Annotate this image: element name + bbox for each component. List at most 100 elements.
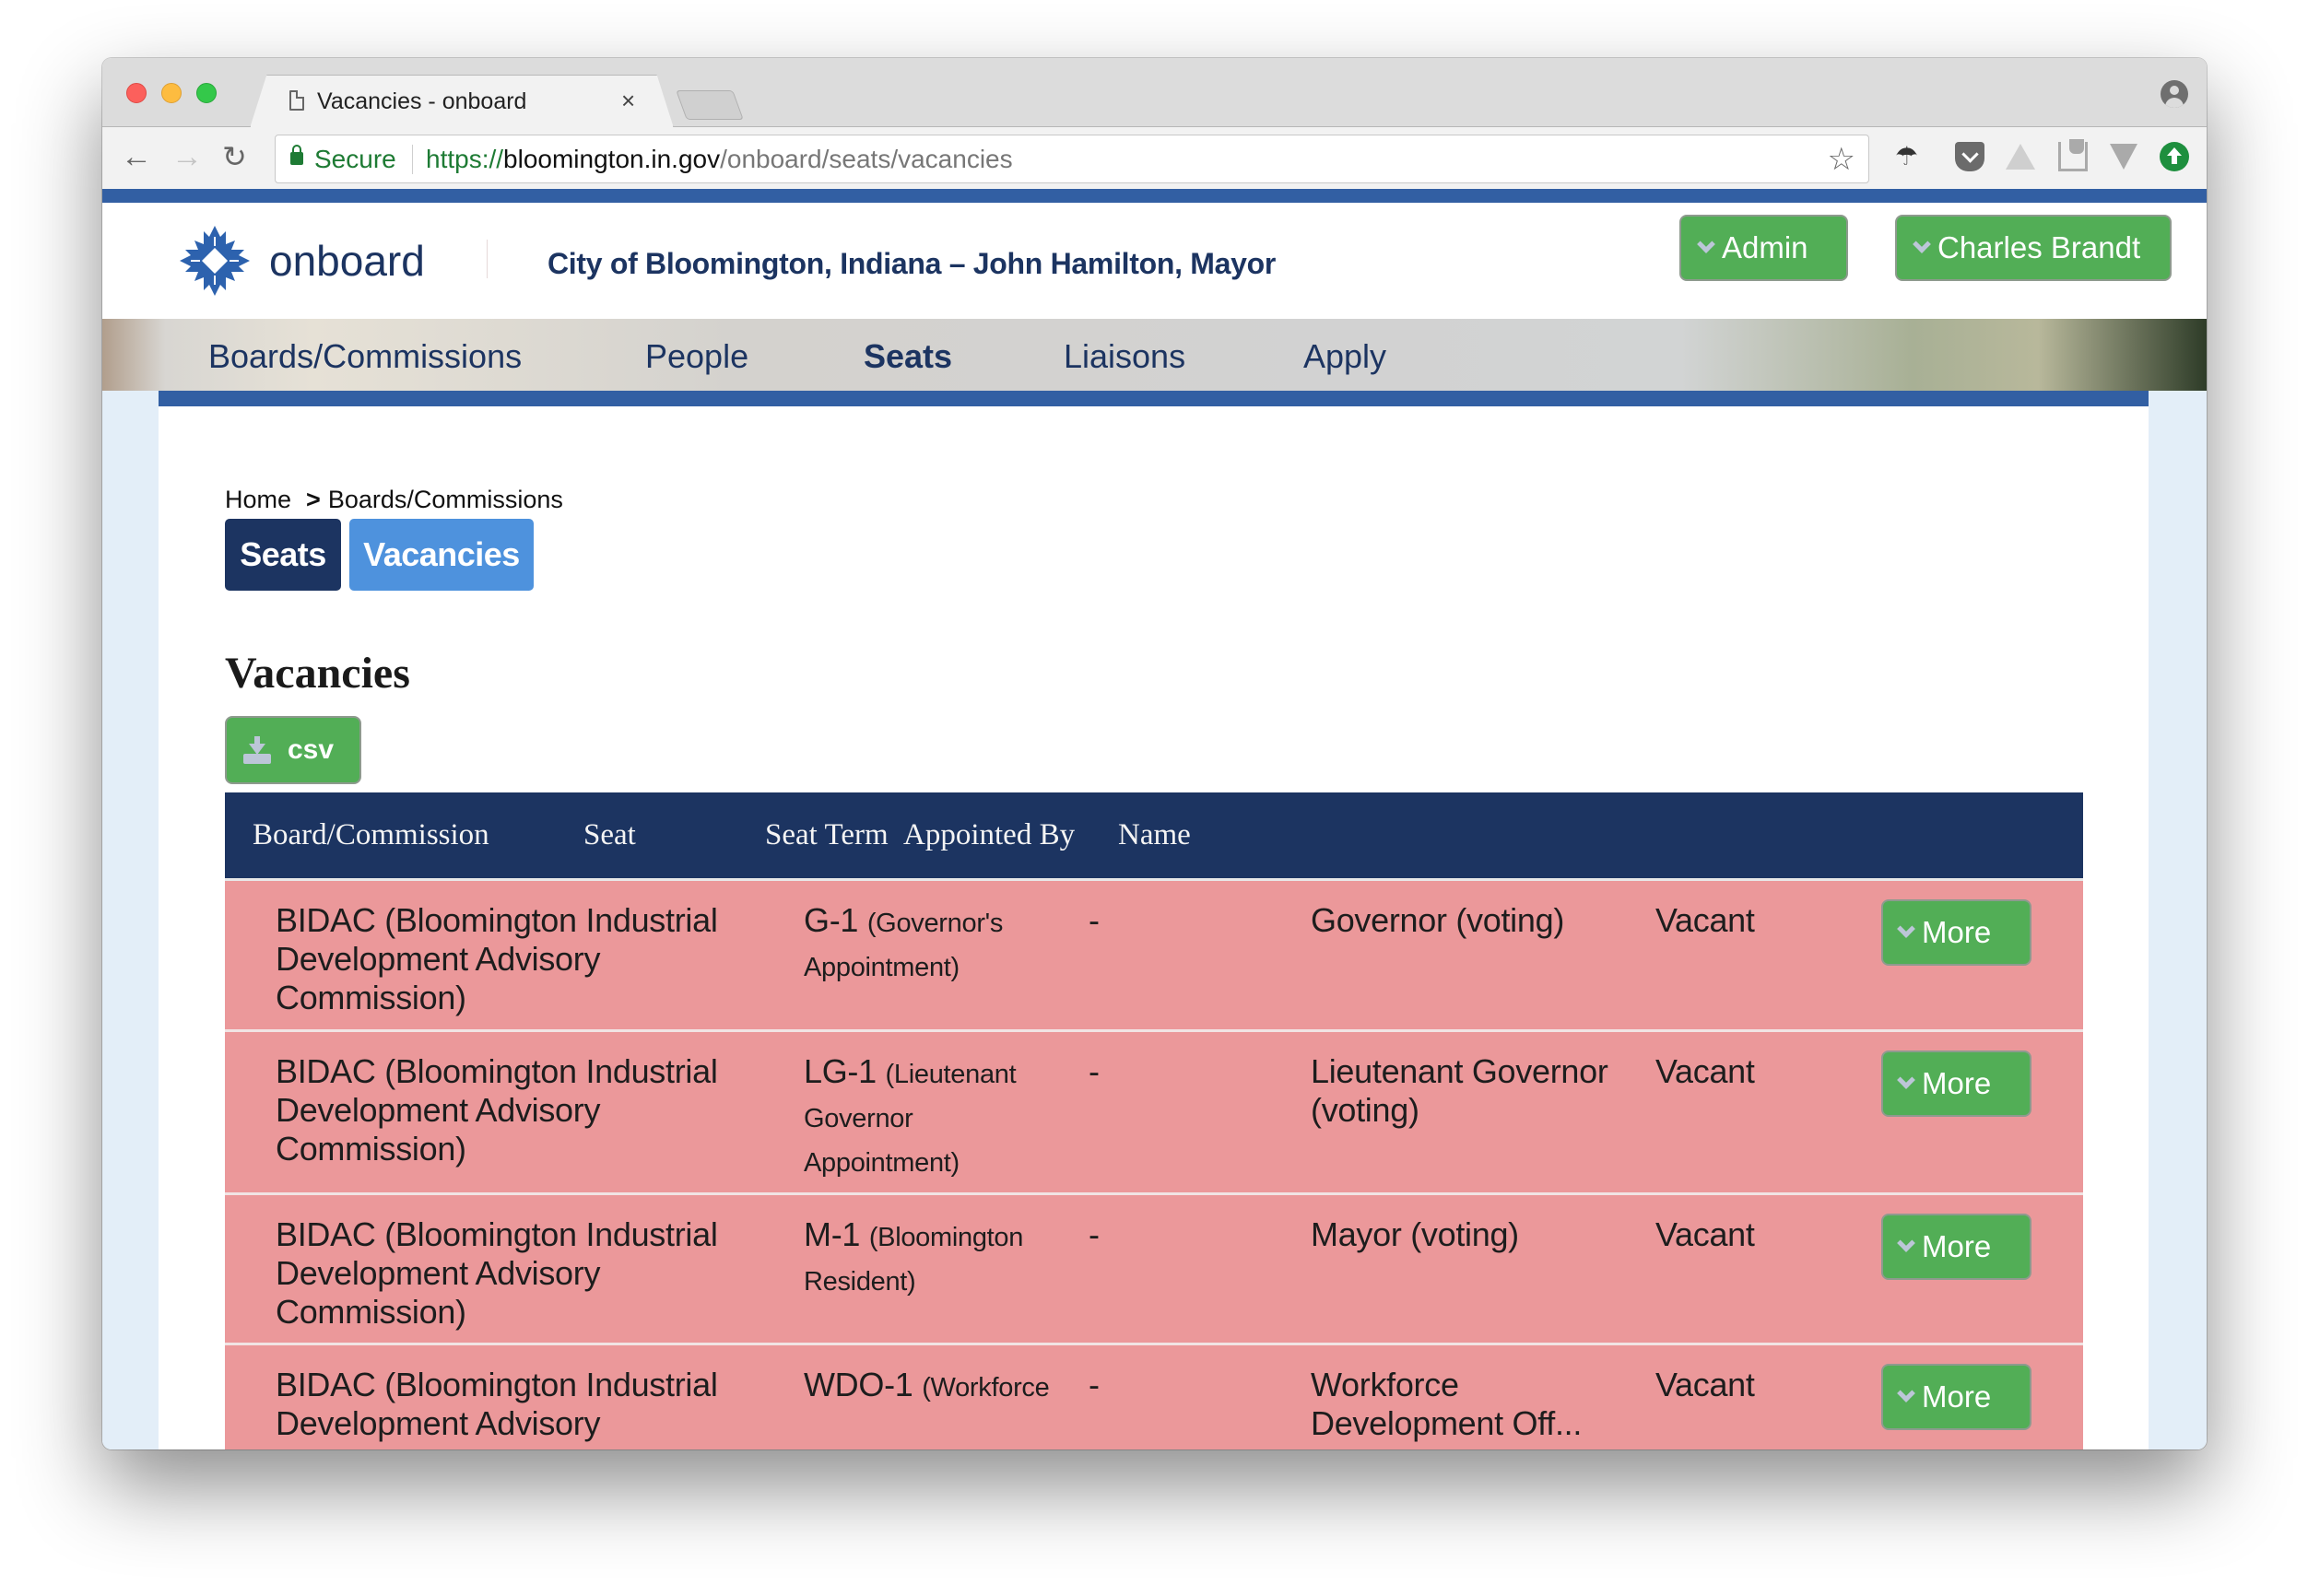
site-header: onboard City of Bloomington, Indiana – J… bbox=[102, 203, 2207, 319]
seat-code: M-1 bbox=[804, 1215, 861, 1253]
more-label: More bbox=[1922, 1229, 1992, 1263]
vacancies-table: Board/Commission Seat Seat Term Appointe… bbox=[225, 792, 2083, 1449]
url-host: bloomington.in.gov bbox=[503, 145, 721, 173]
minimize-window-button[interactable] bbox=[161, 83, 182, 103]
nav-item-liaisons[interactable]: Liaisons bbox=[1064, 337, 1185, 376]
lock-icon bbox=[290, 145, 303, 165]
column-header-seat: Seat bbox=[583, 818, 636, 851]
close-window-button[interactable] bbox=[126, 83, 147, 103]
url-scheme: https:// bbox=[426, 145, 504, 173]
seat-code: G-1 bbox=[804, 901, 859, 939]
nav-item-people[interactable]: People bbox=[645, 337, 748, 376]
header-divider bbox=[487, 240, 488, 278]
appointed-by-cell: Mayor (voting) bbox=[1311, 1215, 1519, 1253]
table-row: BIDAC (Bloomington Industrial Developmen… bbox=[225, 1345, 2083, 1449]
tab-vacancies[interactable]: Vacancies bbox=[349, 519, 534, 591]
nav-underline-bar bbox=[159, 391, 2149, 406]
browser-toolbar: ← → ↻ Secure https://bloomington.in.gov/… bbox=[102, 127, 2207, 189]
appointed-by-cell: Lieutenant Governor (voting) bbox=[1311, 1052, 1608, 1129]
csv-label: csv bbox=[288, 734, 335, 765]
column-header-seat-term: Seat Term bbox=[765, 818, 889, 851]
seat-cell: G-1 (Governor's Appointment) bbox=[804, 901, 1071, 990]
logo-text[interactable]: onboard bbox=[269, 236, 425, 286]
seat-cell: LG-1 (Lieutenant Governor Appointment) bbox=[804, 1052, 1071, 1185]
admin-label: Admin bbox=[1722, 230, 1808, 264]
forward-arrow-icon[interactable]: → bbox=[171, 138, 203, 175]
more-label: More bbox=[1922, 1066, 1992, 1100]
back-arrow-icon[interactable]: ← bbox=[121, 138, 152, 175]
umbrella-extension-icon[interactable]: ☂ bbox=[1895, 142, 1925, 171]
onboard-logo-icon[interactable] bbox=[178, 224, 252, 298]
nav-item-seats[interactable]: Seats bbox=[864, 337, 952, 376]
user-name-label: Charles Brandt bbox=[1937, 230, 2141, 264]
appointed-by-cell: Workforce Development Off... bbox=[1311, 1366, 1583, 1442]
column-header-board: Board/Commission bbox=[253, 818, 489, 851]
more-label: More bbox=[1922, 915, 1992, 949]
more-button[interactable]: More bbox=[1881, 1050, 2031, 1117]
secure-label: Secure bbox=[314, 145, 396, 173]
table-row: BIDAC (Bloomington Industrial Developmen… bbox=[225, 1032, 2083, 1195]
seat-cell: WDO-1 (Workforce bbox=[804, 1366, 1071, 1410]
more-button[interactable]: More bbox=[1881, 899, 2031, 966]
url-text[interactable]: https://bloomington.in.gov/onboard/seats… bbox=[426, 145, 1013, 174]
tab-strip: Vacancies - onboard × bbox=[102, 58, 2207, 128]
breadcrumb-boards-commissions[interactable]: Boards/Commissions bbox=[328, 486, 563, 513]
column-header-name: Name bbox=[1118, 818, 1191, 851]
csv-download-button[interactable]: csv bbox=[225, 716, 361, 784]
nav-item-apply[interactable]: Apply bbox=[1303, 337, 1386, 376]
drive-extension-icon[interactable] bbox=[2006, 144, 2035, 170]
chevron-down-icon bbox=[1897, 920, 1915, 938]
appointed-by-cell: Governor (voting) bbox=[1311, 901, 1565, 939]
tab-seats[interactable]: Seats bbox=[225, 519, 341, 591]
new-tab-button[interactable] bbox=[676, 90, 744, 120]
seat-code: LG-1 bbox=[804, 1052, 877, 1090]
nav-item-boards-commissions[interactable]: Boards/Commissions bbox=[208, 337, 522, 376]
profile-icon[interactable] bbox=[2161, 80, 2188, 108]
admin-menu-button[interactable]: Admin bbox=[1679, 215, 1848, 281]
tab-close-icon[interactable]: × bbox=[621, 87, 635, 115]
upload-extension-icon[interactable] bbox=[2160, 142, 2189, 171]
column-header-appointed-by: Appointed By bbox=[903, 818, 1076, 851]
top-accent-strip bbox=[102, 189, 2207, 203]
board-cell: BIDAC (Bloomington Industrial Developmen… bbox=[276, 1052, 718, 1168]
address-divider bbox=[412, 145, 413, 174]
more-label: More bbox=[1922, 1379, 1992, 1414]
document-icon bbox=[289, 90, 304, 111]
seat-code: WDO-1 bbox=[804, 1366, 913, 1403]
chevron-down-icon bbox=[1913, 235, 1931, 253]
reload-icon[interactable]: ↻ bbox=[222, 138, 247, 175]
save-extension-icon[interactable] bbox=[2058, 139, 2088, 171]
chevron-down-icon bbox=[1897, 1384, 1915, 1402]
url-path: /onboard/seats/vacancies bbox=[720, 145, 1013, 173]
name-cell: Vacant bbox=[1655, 1052, 1755, 1090]
user-menu-button[interactable]: Charles Brandt bbox=[1895, 215, 2172, 281]
browser-window: Vacancies - onboard × ← → ↻ Secure https… bbox=[102, 58, 2207, 1449]
term-cell: - bbox=[1089, 901, 1100, 939]
seat-cell: M-1 (Bloomington Resident) bbox=[804, 1215, 1071, 1304]
pocket-extension-icon[interactable] bbox=[1955, 142, 1984, 171]
city-title: City of Bloomington, Indiana – John Hami… bbox=[548, 247, 1277, 280]
chevron-down-icon bbox=[1897, 1234, 1915, 1252]
name-cell: Vacant bbox=[1655, 901, 1755, 939]
name-cell: Vacant bbox=[1655, 1215, 1755, 1253]
breadcrumb: Home > Boards/Commissions bbox=[225, 486, 563, 514]
table-row: BIDAC (Bloomington Industrial Developmen… bbox=[225, 1195, 2083, 1345]
term-cell: - bbox=[1089, 1052, 1100, 1090]
table-header: Board/Commission Seat Seat Term Appointe… bbox=[225, 792, 2083, 881]
browser-tab-active[interactable]: Vacancies - onboard × bbox=[250, 75, 674, 128]
download-icon bbox=[243, 736, 271, 764]
v-extension-icon[interactable] bbox=[2110, 144, 2137, 170]
main-nav: Boards/Commissions People Seats Liaisons… bbox=[102, 319, 2207, 391]
more-button[interactable]: More bbox=[1881, 1214, 2031, 1280]
page-title: Vacancies bbox=[225, 649, 410, 698]
bookmark-star-icon[interactable]: ☆ bbox=[1828, 141, 1855, 178]
chevron-down-icon bbox=[1897, 1071, 1915, 1089]
tab-title: Vacancies - onboard bbox=[317, 88, 527, 114]
more-button[interactable]: More bbox=[1881, 1364, 2031, 1430]
zoom-window-button[interactable] bbox=[196, 83, 217, 103]
table-row: BIDAC (Bloomington Industrial Developmen… bbox=[225, 881, 2083, 1032]
address-bar[interactable]: Secure https://bloomington.in.gov/onboar… bbox=[275, 135, 1869, 183]
breadcrumb-home[interactable]: Home bbox=[225, 486, 291, 513]
seat-description: (Workforce bbox=[922, 1373, 1050, 1402]
board-cell: BIDAC (Bloomington Industrial Developmen… bbox=[276, 1215, 718, 1331]
